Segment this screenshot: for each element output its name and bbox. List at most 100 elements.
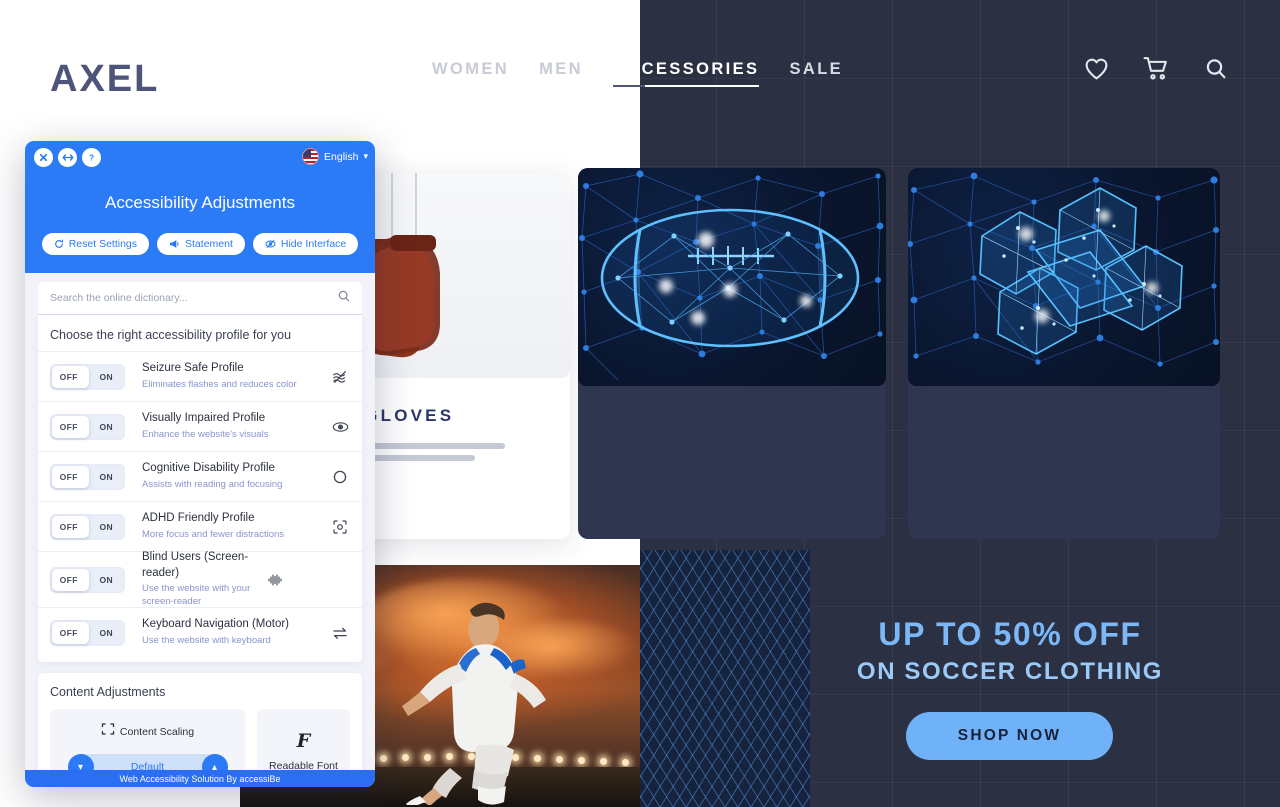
megaphone-icon [169, 239, 180, 249]
chevron-down-icon: ▾ [363, 151, 368, 161]
page-root: AXEL WOMEN MEN ACCESSORIES SALE GLOVES U… [0, 0, 1280, 807]
svg-text:?: ? [89, 153, 94, 162]
product-card-dumbbells[interactable]: DUMBBELLS 15$ [908, 168, 1220, 539]
promo-subheadline: ON SOCCER CLOTHING [856, 658, 1164, 685]
toggle-on-label: ON [99, 627, 114, 638]
profile-text: Keyboard Navigation (Motor) Use the webs… [125, 617, 330, 647]
profile-description: Enhance the website's visuals [142, 428, 269, 440]
toggle-visually-impaired[interactable]: OFF ON [50, 413, 125, 440]
profile-row-adhd-friendly[interactable]: OFF ON ADHD Friendly Profile More focus … [38, 501, 362, 551]
profile-title: ADHD Friendly Profile [142, 512, 255, 525]
toggle-off-label: OFF [59, 521, 78, 532]
statement-label: Statement [185, 238, 233, 250]
move-icon[interactable] [58, 148, 77, 167]
reset-icon [54, 239, 64, 249]
product-card-football-ball[interactable]: FOOTBALL BALL 19$ [578, 168, 886, 539]
nav-item-women[interactable]: WOMEN [432, 60, 509, 89]
profile-row-visually-impaired[interactable]: OFF ON Visually Impaired Profile Enhance… [38, 401, 362, 451]
hide-interface-button[interactable]: Hide Interface [252, 233, 359, 255]
search-icon[interactable] [338, 289, 350, 307]
cart-icon[interactable] [1143, 56, 1170, 81]
eye-off-icon [265, 239, 276, 249]
soccer-net-panel [640, 550, 810, 807]
shop-now-button[interactable]: SHOP NOW [906, 712, 1113, 760]
toggle-on-label: ON [99, 421, 114, 432]
toggle-off-label: OFF [59, 574, 78, 585]
profile-title: Visually Impaired Profile [142, 412, 266, 425]
profile-title: Cognitive Disability Profile [142, 462, 275, 475]
statement-button[interactable]: Statement [157, 233, 245, 255]
toggle-on-label: ON [99, 371, 114, 382]
soundwave-icon [265, 572, 285, 588]
toggle-cognitive-disability[interactable]: OFF ON [50, 463, 125, 490]
content-adjustments-card: Content Adjustments Content Scaling ▾ De… [38, 673, 362, 770]
heart-icon[interactable] [1084, 57, 1109, 80]
reset-settings-label: Reset Settings [68, 238, 138, 250]
profile-title: Seizure Safe Profile [142, 362, 244, 375]
content-adjustments-heading: Content Adjustments [50, 685, 166, 699]
profile-description: Use the website with your screen-reader [142, 583, 251, 608]
search-icon[interactable] [1204, 57, 1228, 81]
readable-font-label: Readable Font [269, 760, 338, 770]
profile-row-cognitive-disability[interactable]: OFF ON Cognitive Disability Profile Assi… [38, 451, 362, 501]
content-scaling-stepper[interactable]: ▾ Default ▴ [67, 754, 228, 770]
nav-item-accessories[interactable]: ACCESSORIES [612, 60, 760, 89]
toggle-on-label: ON [99, 521, 114, 532]
scale-icon [101, 722, 115, 741]
site-logo[interactable]: AXEL [50, 58, 159, 101]
widget-footer[interactable]: Web Accessibility Solution By accessiBe [25, 770, 375, 787]
profile-title: Keyboard Navigation (Motor) [142, 618, 290, 631]
toggle-seizure-safe[interactable]: OFF ON [50, 363, 125, 390]
profile-description: Eliminates flashes and reduces color [142, 378, 297, 390]
nav-item-sale[interactable]: SALE [789, 60, 843, 89]
profile-text: Seizure Safe Profile Eliminates flashes … [125, 361, 330, 391]
profile-description: More focus and fewer distractions [142, 528, 285, 540]
content-scaling-value: Default [130, 761, 165, 770]
profile-row-keyboard-navigation[interactable]: OFF ON Keyboard Navigation (Motor) Use t… [38, 607, 362, 657]
waves-icon [330, 369, 350, 385]
arrows-icon [330, 626, 350, 640]
toggle-adhd-friendly[interactable]: OFF ON [50, 513, 125, 540]
toggle-off-label: OFF [59, 471, 78, 482]
promo-headline: UP TO 50% OFF [878, 616, 1142, 652]
language-selector[interactable]: English ▾ [302, 148, 368, 165]
content-scaling-tile[interactable]: Content Scaling ▾ Default ▴ [50, 709, 245, 770]
widget-title: Accessibility Adjustments [105, 193, 295, 212]
help-icon[interactable]: ? [82, 148, 101, 167]
us-flag-icon [302, 148, 320, 165]
site-header: AXEL WOMEN MEN ACCESSORIES SALE [0, 0, 1280, 143]
header-icon-group [1084, 56, 1228, 81]
widget-tool-buttons: ? [34, 148, 101, 167]
promo-banner: UP TO 50% OFF ON SOCCER CLOTHING SHOP NO… [810, 550, 1210, 807]
toggle-keyboard-navigation[interactable]: OFF ON [50, 619, 125, 646]
reset-settings-button[interactable]: Reset Settings [41, 233, 150, 255]
toggle-blind-users[interactable]: OFF ON [50, 566, 125, 593]
content-scaling-increase[interactable]: ▴ [201, 754, 228, 770]
focus-icon [330, 519, 350, 535]
profile-row-blind-users[interactable]: OFF ON Blind Users (Screen-reader) Use t… [38, 551, 362, 607]
nav-item-men[interactable]: MEN [539, 60, 583, 89]
profile-text: Blind Users (Screen-reader) Use the webs… [125, 550, 265, 609]
profile-row-seizure-safe[interactable]: OFF ON Seizure Safe Profile Eliminates f… [38, 351, 362, 401]
dictionary-search[interactable] [38, 282, 362, 315]
profile-title: Blind Users (Screen-reader) [142, 551, 249, 579]
content-scaling-decrease[interactable]: ▾ [67, 754, 94, 770]
toggle-off-label: OFF [59, 371, 78, 382]
toggle-off-label: OFF [59, 627, 78, 638]
hide-interface-label: Hide Interface [280, 238, 347, 250]
widget-body: Choose the right accessibility profile f… [25, 273, 375, 770]
toggle-on-label: ON [99, 471, 114, 482]
serif-f-icon: F [296, 730, 311, 752]
profiles-card: Choose the right accessibility profile f… [38, 315, 362, 662]
product-image-dumbbells [908, 168, 1220, 386]
toggle-on-label: ON [99, 574, 114, 585]
product-image-football-ball [578, 168, 886, 386]
net-mesh [640, 550, 810, 807]
language-label: English [324, 150, 359, 163]
eye-icon [330, 420, 350, 434]
readable-font-tile[interactable]: F Readable Font [257, 709, 350, 770]
profile-description: Use the website with keyboard [142, 634, 271, 646]
content-adjustments-grid: Content Scaling ▾ Default ▴ F Readable F… [50, 709, 350, 770]
close-icon[interactable] [34, 148, 53, 167]
search-input[interactable] [50, 292, 338, 304]
